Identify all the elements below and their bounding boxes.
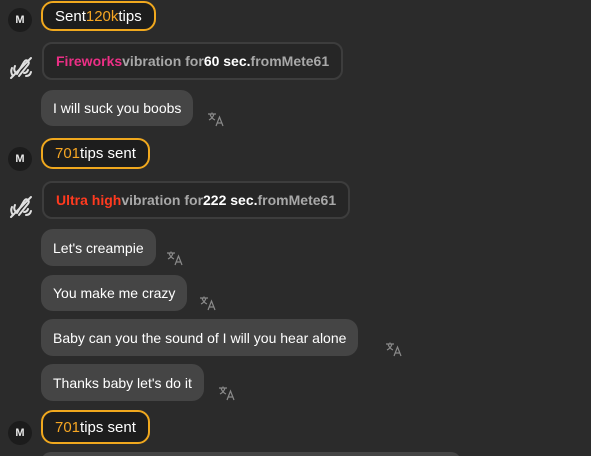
translate-icon[interactable] (218, 385, 236, 401)
vibration-notification: Ultra high vibration for 222 sec. from Me… (42, 181, 351, 219)
vibration-from: from (257, 192, 289, 208)
tip-amount: 120k (85, 7, 119, 25)
translate-icon[interactable] (385, 341, 403, 357)
vibration-duration: 60 sec. (203, 53, 251, 69)
message-text: Thanks baby let's do it (53, 374, 192, 391)
vibration-notification: Fireworks vibration for 60 sec. from Mete… (42, 42, 344, 80)
vibration-from: from (250, 53, 282, 69)
vibration-level: Ultra high (56, 192, 122, 208)
chat-message: Thanks baby let's do it (41, 364, 204, 401)
message-text: I will suck you boobs (53, 100, 182, 116)
vibration-text: vibration for (122, 53, 204, 69)
tip-amount: 701 (55, 418, 81, 436)
chat-message: I will suck you boobs (41, 90, 194, 126)
chat-message: Baby can you the sound of I will you hea… (41, 319, 359, 356)
tip-notification: 701 tips sent (41, 138, 150, 169)
user-avatar[interactable]: M (8, 421, 32, 445)
chat-message: Let's creampie (41, 229, 156, 266)
tip-prefix: Sent (55, 7, 86, 25)
user-avatar[interactable]: M (8, 8, 32, 32)
vibration-user[interactable]: Mete61 (282, 53, 329, 69)
tip-amount: 701 (55, 145, 81, 162)
chat-message: You make me crazy (41, 275, 188, 311)
vibration-icon (10, 196, 32, 218)
message-text: You make me crazy (53, 285, 176, 301)
message-text: Let's creampie (53, 239, 144, 256)
tip-notification: 701 tips sent (41, 410, 150, 444)
tip-suffix: tips sent (80, 418, 136, 436)
tip-suffix: tips (118, 7, 142, 25)
translate-icon[interactable] (166, 250, 184, 266)
translate-icon[interactable] (207, 111, 225, 127)
vibration-duration: 222 sec. (203, 192, 258, 208)
vibration-icon (10, 57, 32, 79)
chat-message-partial (41, 452, 461, 456)
tip-notification: Sent 120k tips (41, 1, 156, 31)
vibration-text: vibration for (121, 192, 204, 208)
user-avatar[interactable]: M (8, 147, 32, 171)
vibration-user[interactable]: Mete61 (289, 192, 336, 208)
translate-icon[interactable] (199, 295, 217, 311)
tip-suffix: tips sent (80, 145, 136, 162)
message-text: Baby can you the sound of I will you hea… (53, 329, 347, 346)
vibration-level: Fireworks (56, 53, 123, 69)
chat-feed: M Sent 120k tips Fireworks vibration for… (0, 0, 591, 456)
